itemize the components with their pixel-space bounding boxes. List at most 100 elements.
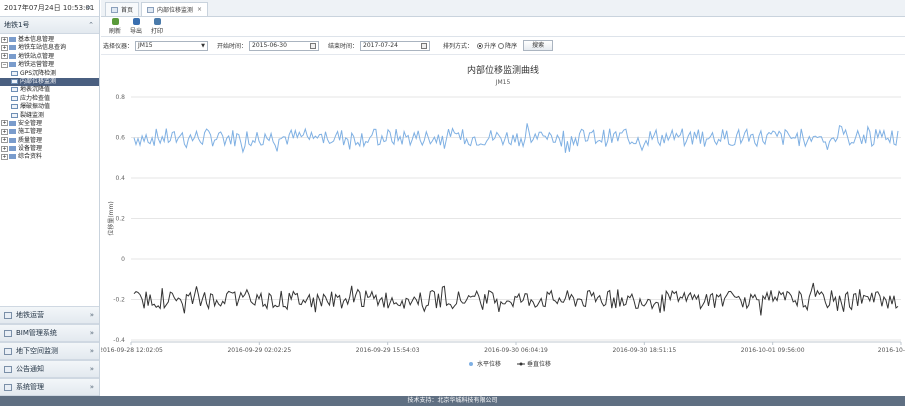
module-icon	[4, 311, 12, 319]
device-label: 选择仪器：	[103, 43, 134, 50]
tab-home[interactable]: 首页	[105, 2, 140, 16]
home-icon	[111, 6, 118, 13]
order-radio-desc[interactable]	[498, 42, 505, 49]
accordion-label: 公告通知	[16, 365, 44, 373]
y-tick-label: 0.8	[115, 94, 125, 101]
expand-icon[interactable]: +	[1, 153, 8, 160]
x-tick-label: 2016-09-28 12:02:05	[101, 347, 163, 354]
tree-item[interactable]: 应力检查值	[0, 95, 99, 103]
expand-icon[interactable]: +	[1, 128, 8, 135]
module-icon	[4, 383, 12, 391]
tree-item[interactable]: + 施工管理	[0, 128, 99, 136]
accordion-label: 系统管理	[16, 383, 44, 391]
double-chevron-down-icon[interactable]: »	[90, 365, 94, 373]
accordion-header[interactable]: BIM管理系统 »	[0, 324, 99, 342]
tree-item[interactable]: 爆破振动值	[0, 103, 99, 111]
expand-icon[interactable]: +	[1, 137, 8, 144]
double-chevron-down-icon[interactable]: »	[90, 383, 94, 391]
page-icon	[11, 78, 18, 84]
tree-item[interactable]: + 安全管理	[0, 120, 99, 128]
expand-icon[interactable]: +	[1, 145, 8, 152]
folder-icon	[9, 137, 16, 143]
end-date-input[interactable]: 2017-07-24	[360, 40, 431, 51]
y-tick-label: 0.6	[115, 135, 125, 142]
expand-icon[interactable]: +	[1, 53, 8, 60]
x-tick-label: 2016-09-30 06:04:19	[484, 347, 548, 354]
expand-icon[interactable]: +	[1, 36, 8, 43]
y-tick-label: -0.4	[113, 337, 125, 344]
tree-item-label: 基本信息管理	[18, 36, 55, 43]
sidebar: 2017年07月24日 10:53:01 « 地铁1号 ⌃ + 基本信息管理 + 地铁…	[0, 0, 100, 396]
chevron-up-icon[interactable]: ⌃	[88, 21, 94, 29]
page-icon	[147, 6, 155, 13]
search-button[interactable]: 搜索	[523, 40, 554, 51]
page-icon	[11, 70, 18, 76]
expand-icon[interactable]: +	[1, 120, 8, 127]
tree-item[interactable]: + 质量管理	[0, 137, 99, 145]
double-chevron-left-icon[interactable]: «	[86, 3, 92, 13]
tree-item-label: 裂缝监测	[20, 111, 45, 119]
y-tick-label: -0.2	[113, 297, 125, 304]
tree-item[interactable]: + 地铁站点管理	[0, 53, 99, 61]
module-icon	[4, 347, 12, 355]
tree-item[interactable]: + 地铁车站信息查询	[0, 44, 99, 52]
module-icon	[4, 365, 12, 373]
double-chevron-down-icon[interactable]: »	[90, 329, 94, 337]
legend-marker	[469, 362, 473, 366]
tree-item-label: 应力检查值	[20, 94, 51, 102]
accordion-label: BIM管理系统	[16, 329, 57, 337]
order-label: 排列方式：	[443, 43, 474, 50]
tree-item[interactable]: + 设备管理	[0, 145, 99, 153]
chart-area: 内部位移监测曲线 JM15 0.8 0.6 0.4 0.2 0 -0.2 -0.4 位移量(mm)…	[101, 55, 905, 375]
export-label: 导出	[130, 28, 143, 35]
print-button[interactable]: 打印	[151, 18, 163, 35]
dropdown-arrow-icon: ▼	[201, 42, 206, 49]
export-icon	[132, 18, 140, 25]
export-button[interactable]: 导出	[130, 18, 142, 35]
print-icon	[153, 18, 161, 25]
calendar-icon[interactable]	[421, 42, 428, 49]
folder-icon	[9, 37, 16, 42]
print-label: 打印	[151, 28, 164, 35]
x-tick-label: 2016-10-01 09:56:00	[741, 347, 805, 354]
calendar-icon[interactable]	[310, 42, 317, 49]
tree-item-label: 内部位移监测	[20, 77, 57, 85]
refresh-icon	[111, 18, 119, 25]
accordion-header-metro[interactable]: 地铁1号 ⌃	[0, 17, 99, 34]
folder-icon	[9, 154, 16, 160]
refresh-button[interactable]: 刷新	[109, 18, 121, 35]
double-chevron-down-icon[interactable]: »	[90, 347, 94, 355]
x-tick-label: 2016-09-30 18:51:15	[612, 347, 676, 354]
module-icon	[4, 329, 12, 337]
double-chevron-down-icon[interactable]: »	[90, 311, 94, 319]
page-icon	[11, 112, 18, 118]
folder-icon	[9, 120, 16, 126]
accordion-header[interactable]: 地下空间监测 »	[0, 342, 99, 360]
accordion-header[interactable]: 地铁运营 »	[0, 306, 99, 324]
page-icon	[11, 87, 18, 93]
tab-internal-displacement[interactable]: 内部位移监测 ×	[141, 2, 209, 16]
chart-subtitle: JM15	[495, 79, 511, 86]
tree-item[interactable]: + 综合资料	[0, 153, 99, 161]
folder-icon	[9, 62, 16, 68]
order-radio-asc[interactable]	[477, 42, 484, 49]
accordion-header[interactable]: 系统管理 »	[0, 378, 99, 396]
tree-item[interactable]: GPS沉降检测	[0, 70, 99, 78]
datetime-bar: 2017年07月24日 10:53:01 «	[0, 0, 99, 17]
footer: 技术支持：北京华城科技有限公司	[0, 396, 905, 406]
collapse-icon[interactable]: −	[1, 61, 8, 68]
close-icon[interactable]: ×	[197, 6, 202, 13]
order-option-asc: 升序	[484, 43, 497, 50]
tree-item[interactable]: − 地铁运营管理	[0, 61, 99, 69]
bottom-accordion: 地铁运营 » BIM管理系统 » 地下空间监测 » 公告通知 » 系统管理 »	[0, 306, 99, 396]
main-panel: 首页 内部位移监测 × 刷新 导出 打印 选择仪器： JM15 ▼ 开始时间： …	[101, 0, 905, 396]
tree-item[interactable]: 地表沉降值	[0, 86, 99, 94]
start-date-input[interactable]: 2015-06-30	[249, 40, 320, 51]
expand-icon[interactable]: +	[1, 44, 8, 51]
tab-label: 内部位移监测	[157, 7, 194, 14]
accordion-header[interactable]: 公告通知 »	[0, 360, 99, 378]
order-option-desc: 降序	[505, 43, 518, 50]
device-select[interactable]: JM15 ▼	[135, 40, 209, 51]
chart-title: 内部位移监测曲线	[467, 64, 539, 76]
tree-item[interactable]: 裂缝监测	[0, 112, 99, 120]
